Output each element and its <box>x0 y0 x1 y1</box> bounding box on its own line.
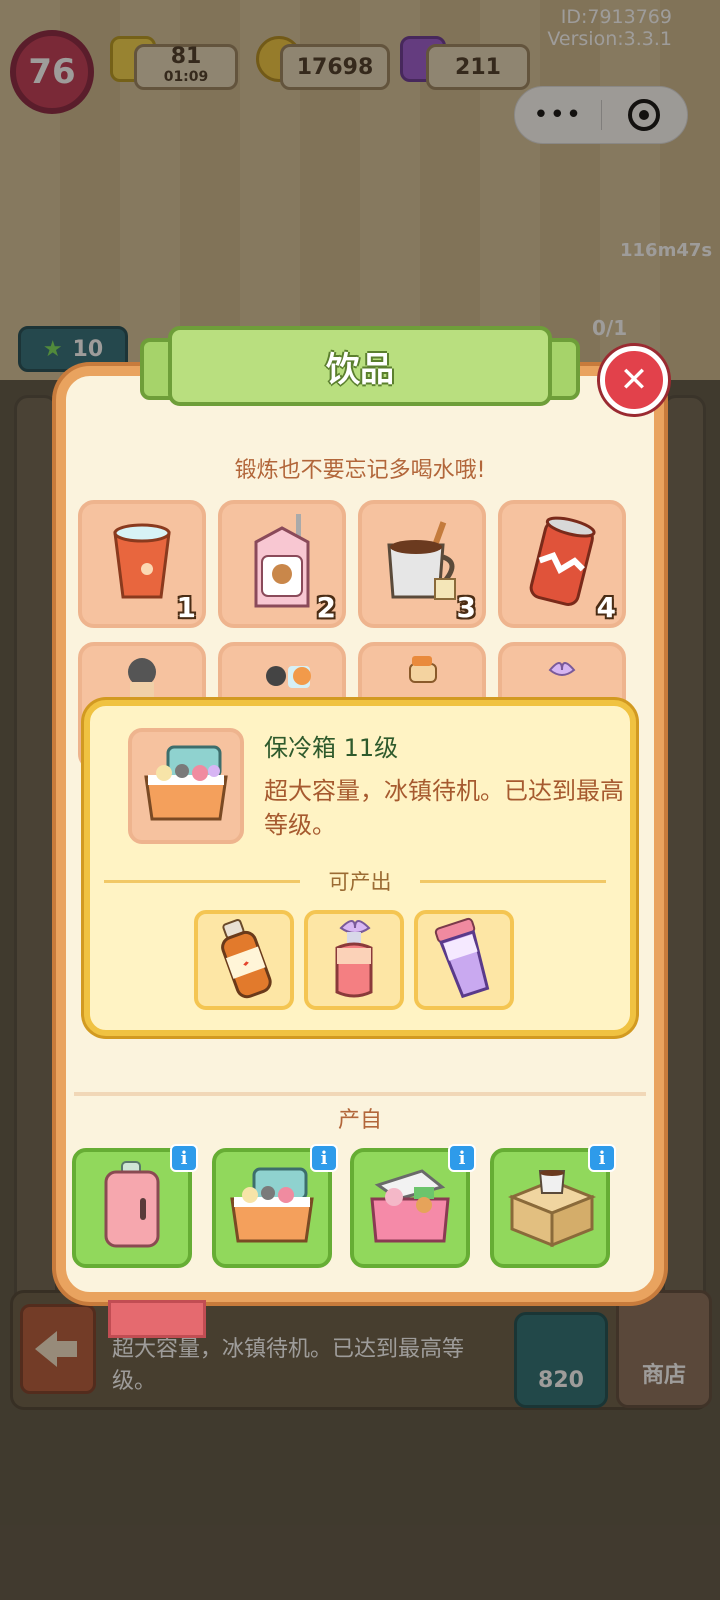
from-label: 产自 <box>337 1108 382 1133</box>
info-icon[interactable]: i <box>448 1144 476 1172</box>
item-level: 3 <box>456 591 476 624</box>
popup-item-thumbnail <box>128 728 244 844</box>
item-level: 4 <box>596 591 616 624</box>
item-level: 1 <box>176 591 196 624</box>
produce-label: 可产出 <box>328 870 392 894</box>
pink-fridge-icon <box>92 1158 172 1258</box>
source-item-2[interactable]: i <box>212 1144 338 1268</box>
output-item-2[interactable] <box>304 910 404 1010</box>
dialog-title: 饮品 <box>168 326 552 406</box>
drink-item-1[interactable]: 1 <box>78 500 206 628</box>
from-divider <box>74 1092 646 1096</box>
info-icon[interactable]: i <box>310 1144 338 1172</box>
divider-right <box>420 880 606 883</box>
cooler-box-icon <box>224 1163 320 1253</box>
output-item-1[interactable] <box>194 910 294 1010</box>
soda-can-icon <box>522 514 602 614</box>
drink-item-2[interactable]: 2 <box>218 500 346 628</box>
drink-item-3[interactable]: 3 <box>358 500 486 628</box>
game-screen: 超大容量，冰镇待机。已达到最高等级。 820 商店 76 81 01:09 17… <box>0 0 720 1600</box>
shaker-cup-icon <box>429 916 499 1004</box>
pink-cooler-icon <box>362 1163 458 1253</box>
popup-item-description: 超大容量，冰镇待机。已达到最高等级。 <box>264 777 624 839</box>
drink-item-4[interactable]: 4 <box>498 500 626 628</box>
hot-cocoa-icon <box>377 517 467 611</box>
source-item-4[interactable]: i <box>490 1144 616 1268</box>
dialog-subtitle: 锻炼也不要忘记多喝水哦! <box>234 458 486 483</box>
info-icon[interactable]: i <box>170 1144 198 1172</box>
bow-bottle-drink-icon <box>319 916 389 1004</box>
divider-left <box>104 880 300 883</box>
close-icon: ✕ <box>619 360 649 400</box>
bookmark-ribbon <box>108 1300 206 1338</box>
cooler-box-icon <box>138 741 234 831</box>
item-level: 2 <box>316 591 336 624</box>
cardboard-box-icon <box>502 1163 598 1253</box>
dialog-title-bar: 饮品 <box>140 326 580 412</box>
info-icon[interactable]: i <box>588 1144 616 1172</box>
source-item-1[interactable]: i <box>72 1144 198 1268</box>
output-item-3[interactable] <box>414 910 514 1010</box>
source-item-3[interactable]: i <box>350 1144 476 1268</box>
water-cup-icon <box>107 521 177 607</box>
popup-item-name: 保冷箱 11级 <box>264 734 399 762</box>
energy-drink-icon <box>209 916 279 1004</box>
close-button[interactable]: ✕ <box>600 346 668 414</box>
milk-carton-icon <box>242 512 322 616</box>
